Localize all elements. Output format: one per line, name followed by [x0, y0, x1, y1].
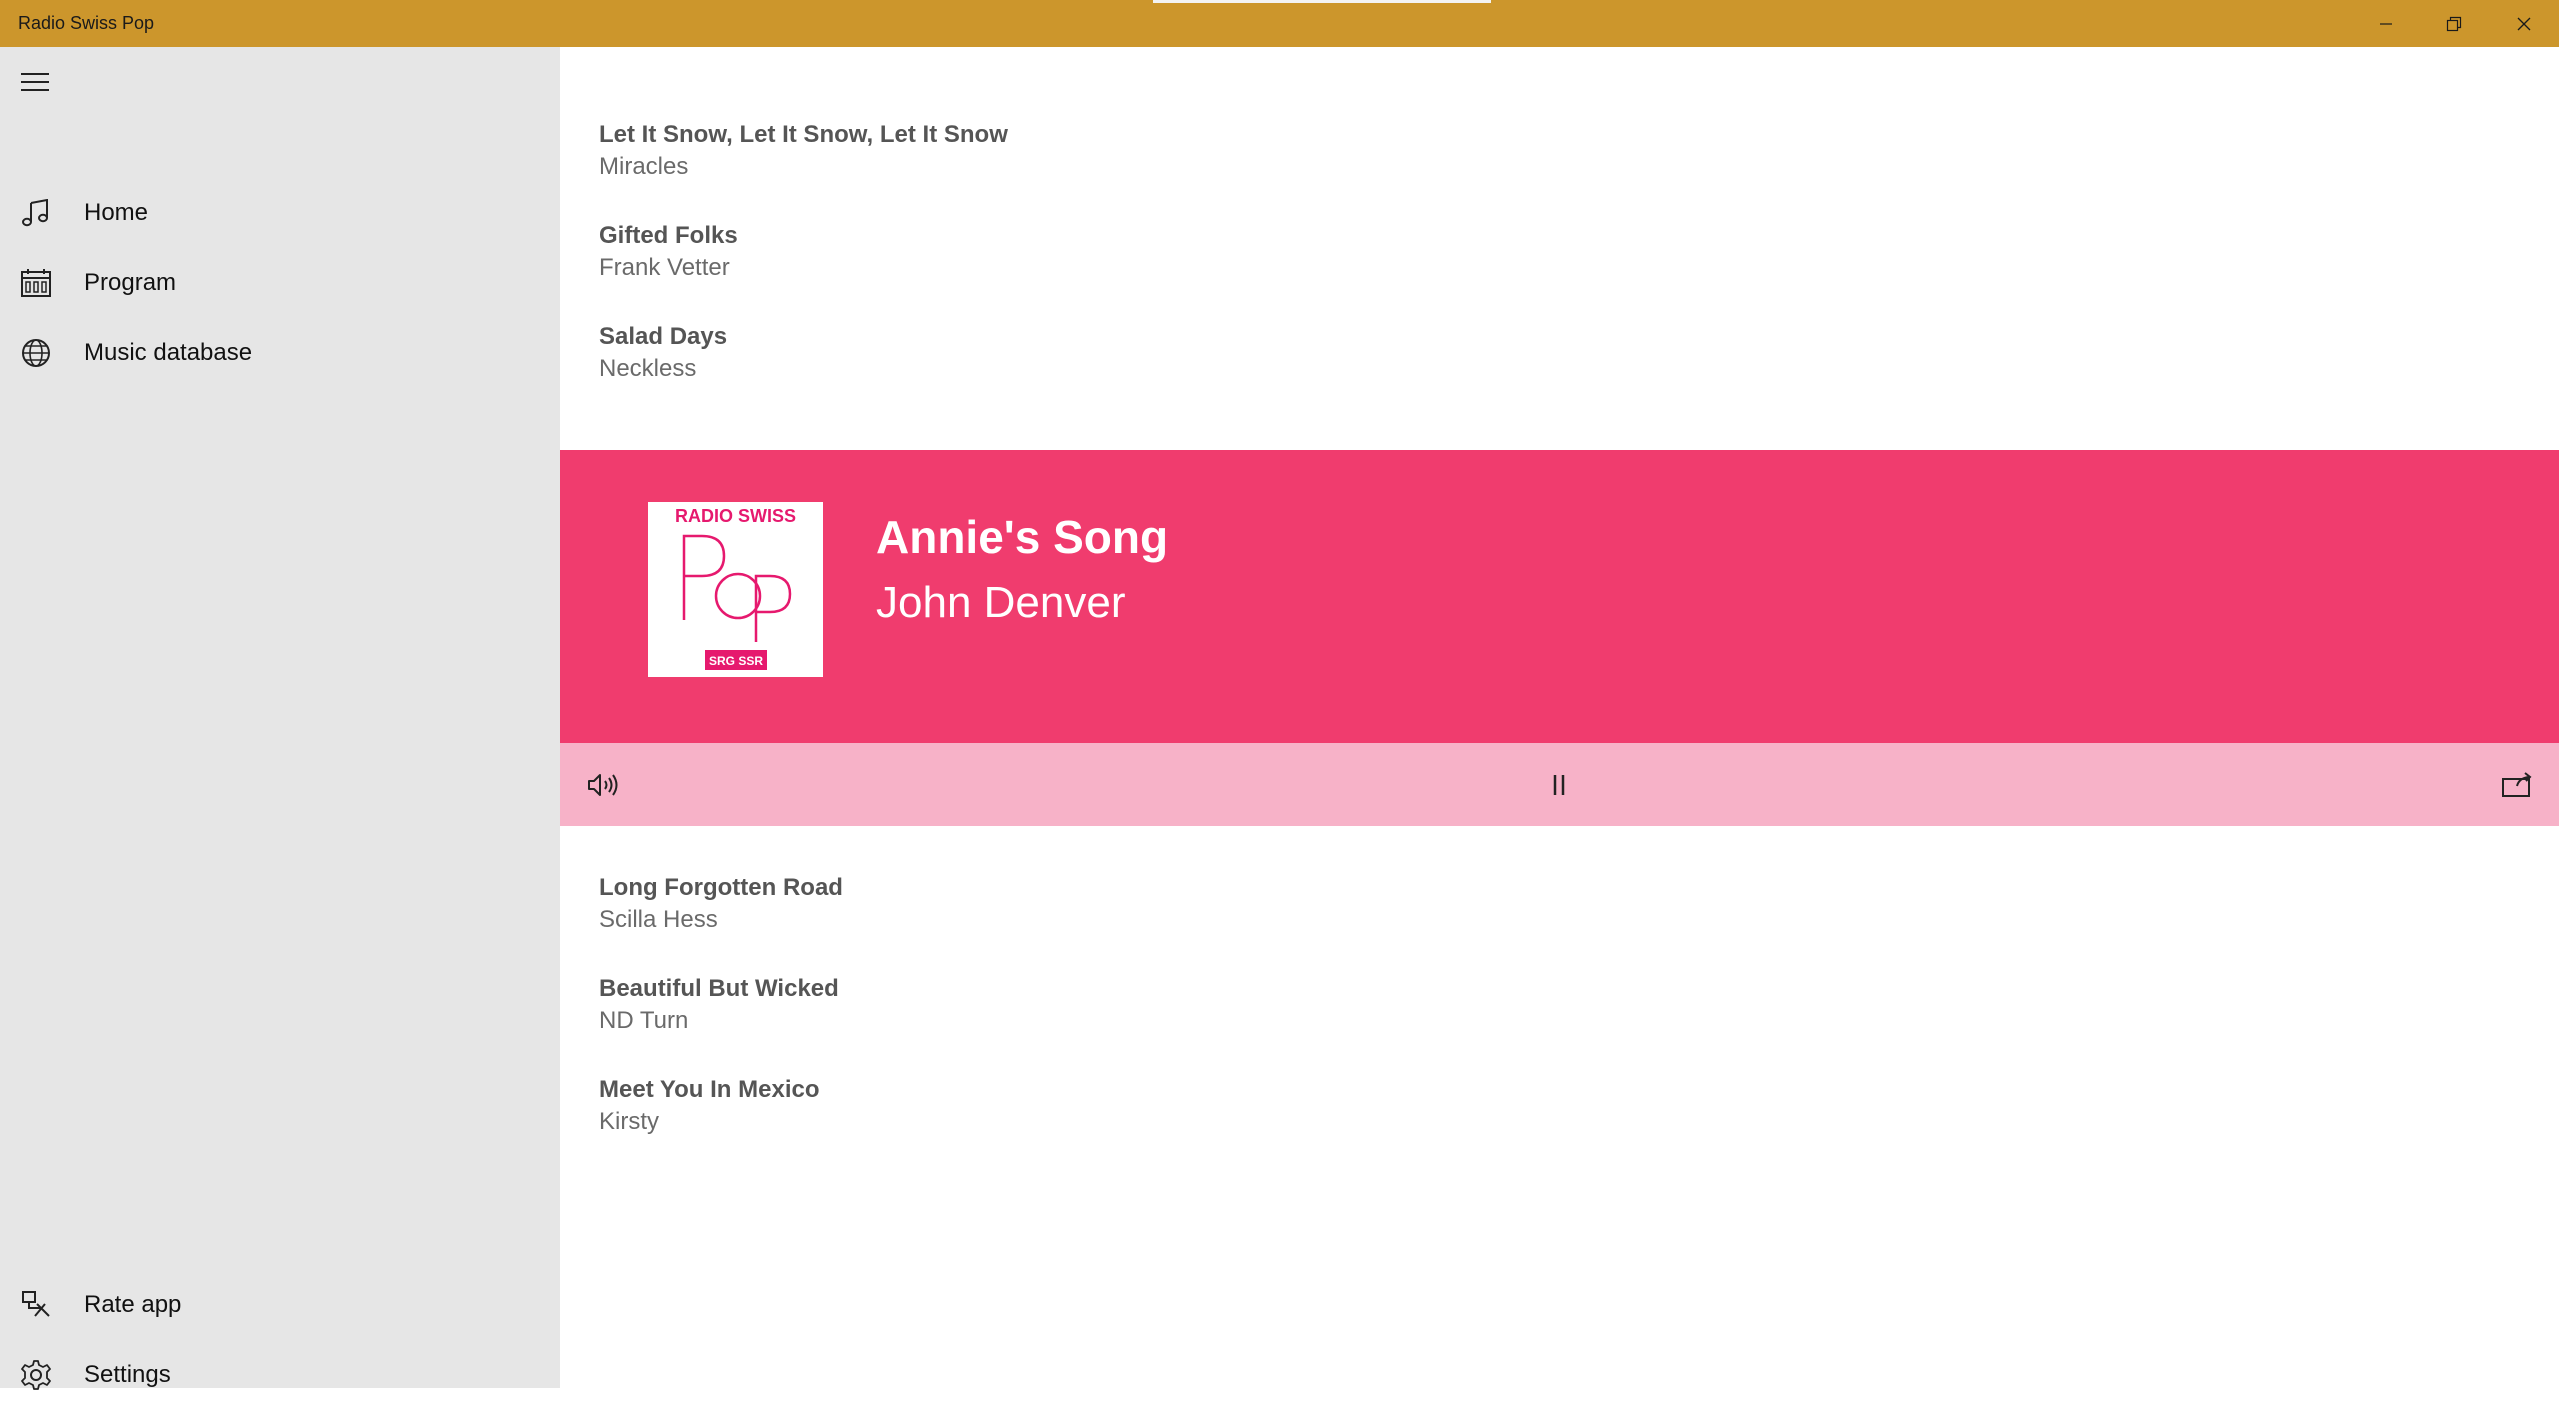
minimize-button[interactable]	[2352, 0, 2420, 47]
music-note-icon	[20, 197, 52, 229]
nav-item-music-database[interactable]: Music database	[0, 318, 560, 388]
share-icon	[2502, 771, 2532, 797]
nav-label-rate-app: Rate app	[84, 1291, 182, 1318]
track-item[interactable]: Salad Days Neckless	[599, 321, 727, 385]
track-artist: Miracles	[599, 153, 689, 180]
nav-label-home: Home	[84, 199, 149, 226]
main-content: Let It Snow, Let It Snow, Let It Snow Mi…	[560, 47, 2559, 1388]
restore-button[interactable]	[2420, 0, 2488, 47]
pause-icon	[1553, 774, 1565, 795]
now-playing-artist: John Denver	[876, 578, 1126, 627]
station-logo: RADIO SWISS SRG SSR	[648, 502, 823, 677]
playback-controls	[560, 743, 2559, 826]
track-item[interactable]: Let It Snow, Let It Snow, Let It Snow Mi…	[599, 119, 1008, 183]
title-bar: Radio Swiss Pop	[0, 0, 2559, 47]
track-artist: ND Turn	[599, 1007, 689, 1034]
track-title: Gifted Folks	[599, 222, 738, 249]
track-title: Salad Days	[599, 323, 728, 350]
logo-top-text: RADIO SWISS	[675, 506, 796, 526]
track-title: Let It Snow, Let It Snow, Let It Snow	[599, 121, 1008, 148]
track-artist: Kirsty	[599, 1108, 659, 1135]
track-item[interactable]: Beautiful But Wicked ND Turn	[599, 973, 839, 1037]
minimize-icon	[2380, 22, 2392, 25]
share-button[interactable]	[2492, 743, 2542, 826]
nav-item-settings[interactable]: Settings	[0, 1340, 560, 1410]
nav-label-music-database: Music database	[84, 339, 253, 366]
now-playing-panel: RADIO SWISS SRG SSR Annie's Song John De…	[560, 450, 2559, 745]
calendar-icon	[20, 267, 52, 299]
nav-item-program[interactable]: Program	[0, 248, 560, 318]
nav-label-settings: Settings	[84, 1361, 171, 1388]
window-title: Radio Swiss Pop	[18, 13, 155, 33]
restore-icon	[2446, 16, 2462, 31]
pause-button[interactable]	[1534, 743, 1584, 826]
hamburger-menu-button[interactable]	[12, 59, 58, 105]
track-artist: Scilla Hess	[599, 906, 718, 933]
rate-icon	[20, 1289, 52, 1321]
close-button[interactable]	[2490, 0, 2558, 47]
gear-icon	[20, 1359, 52, 1391]
track-item[interactable]: Meet You In Mexico Kirsty	[599, 1074, 820, 1138]
globe-icon	[20, 337, 52, 369]
nav-item-home[interactable]: Home	[0, 178, 560, 248]
hamburger-icon	[21, 73, 49, 91]
logo-badge-text: SRG SSR	[709, 654, 763, 668]
track-title: Long Forgotten Road	[599, 874, 843, 901]
track-title: Meet You In Mexico	[599, 1076, 820, 1103]
volume-icon	[588, 773, 618, 796]
track-artist: Frank Vetter	[599, 254, 730, 281]
close-icon	[2517, 17, 2531, 30]
track-artist: Neckless	[599, 355, 697, 382]
track-title: Beautiful But Wicked	[599, 975, 839, 1002]
drag-indicator	[1153, 0, 1491, 3]
nav-item-rate-app[interactable]: Rate app	[0, 1270, 560, 1340]
now-playing-title: Annie's Song	[876, 511, 1169, 563]
navigation-pane: Home Program Music database Rate app Set…	[0, 47, 560, 1390]
nav-label-program: Program	[84, 269, 177, 296]
track-item[interactable]: Long Forgotten Road Scilla Hess	[599, 872, 843, 936]
track-item[interactable]: Gifted Folks Frank Vetter	[599, 220, 738, 284]
volume-button[interactable]	[578, 743, 628, 826]
